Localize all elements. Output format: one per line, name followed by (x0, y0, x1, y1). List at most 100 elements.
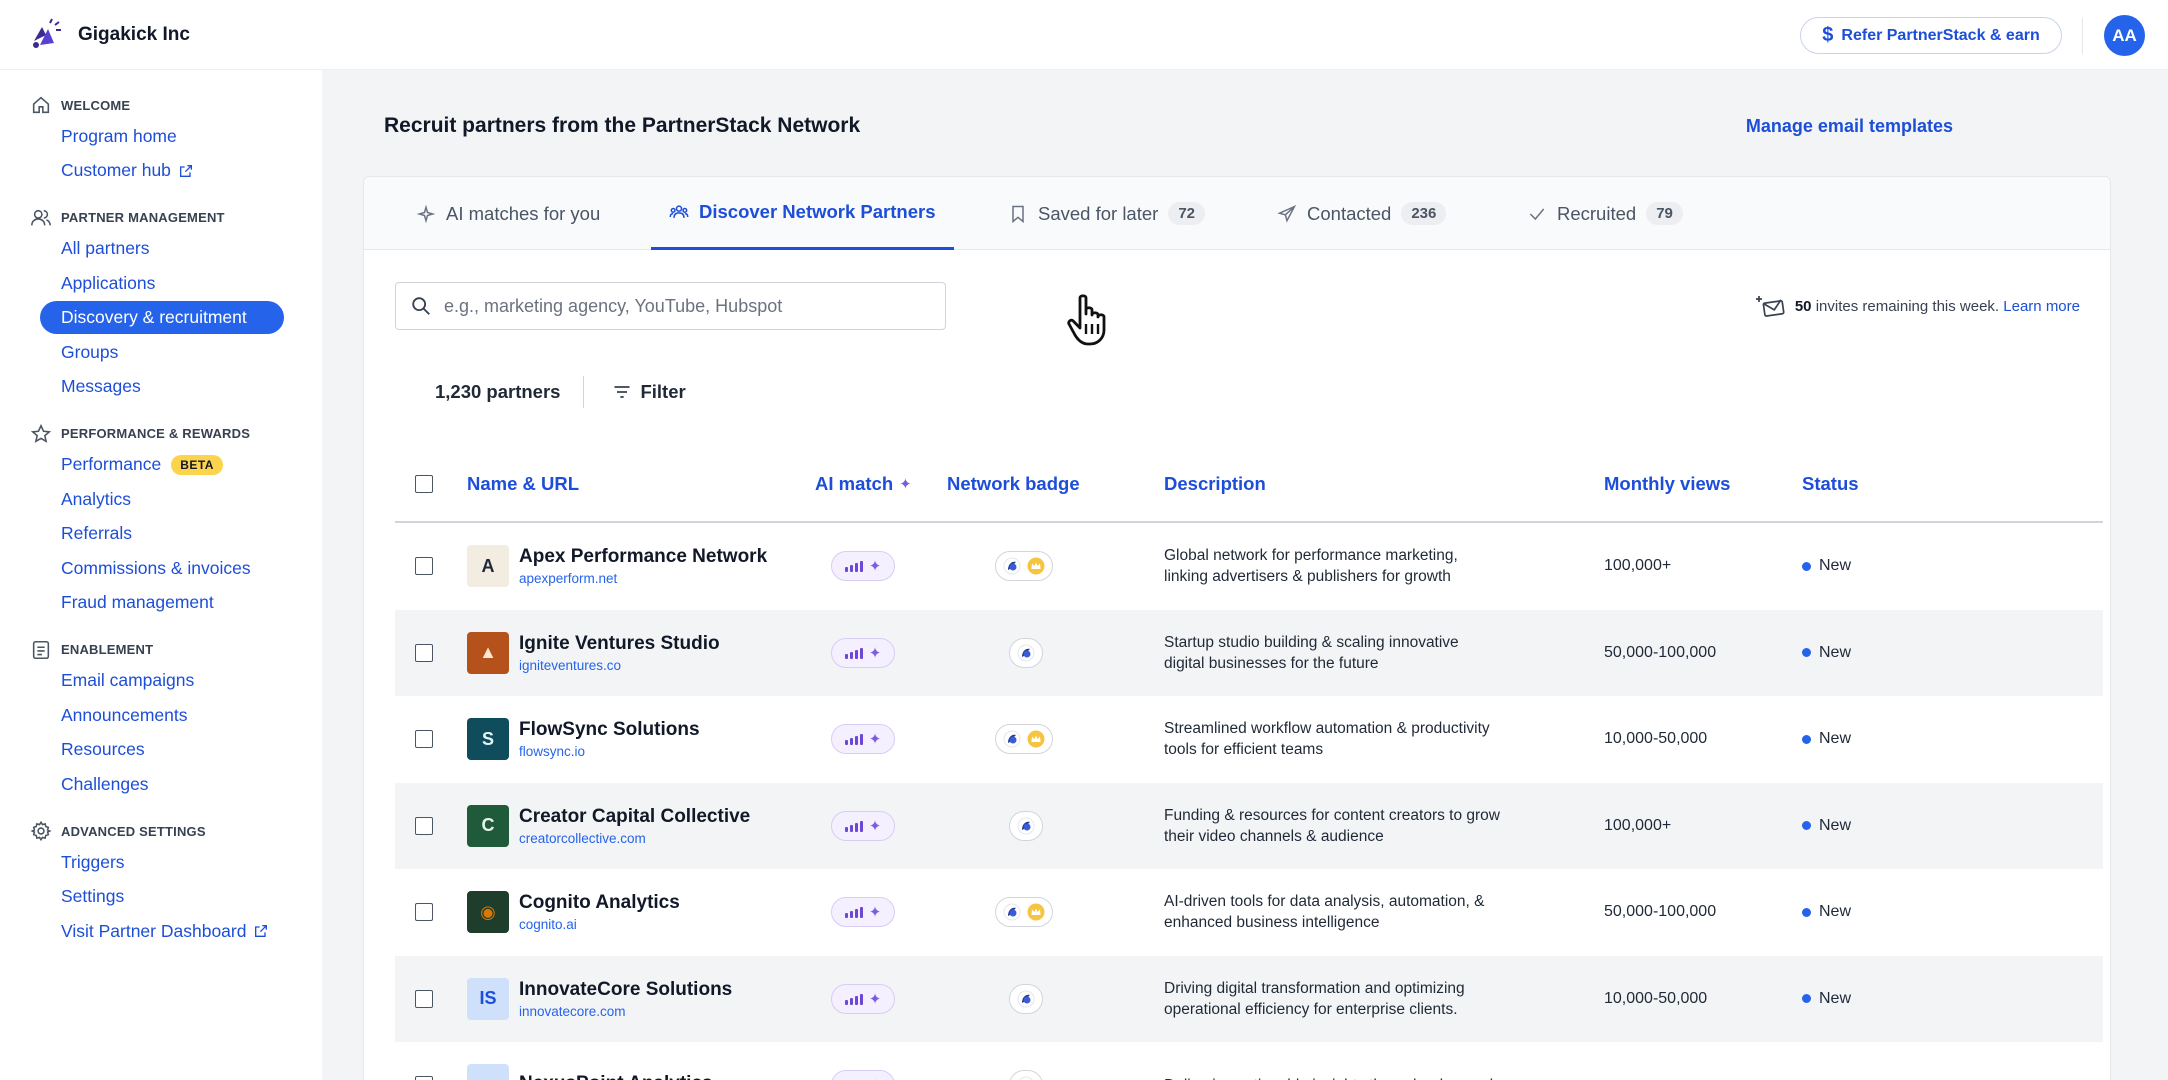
sparkle-icon: ✦ (868, 904, 882, 922)
tab-recruited[interactable]: Recruited 79 (1527, 177, 1683, 250)
partnerstack-badge-icon (1017, 817, 1035, 835)
signal-bars-icon (844, 733, 863, 746)
sidebar-item-all-partners[interactable]: All partners (40, 232, 284, 265)
table-row[interactable]: IS InnovateCore Solutions innovatecore.com… (395, 955, 2103, 1042)
row-checkbox[interactable] (415, 557, 433, 576)
envelope-sparkle-icon (1755, 296, 1785, 317)
column-name-url[interactable]: Name & URL (467, 447, 579, 521)
home-icon (32, 96, 50, 114)
section-partner-management: PARTNER MANAGEMENT (30, 205, 322, 231)
filter-button[interactable]: Filter (584, 381, 686, 403)
column-status[interactable]: Status (1802, 447, 1859, 521)
sidebar-item-settings[interactable]: Settings (40, 880, 284, 913)
network-badge[interactable] (1009, 1070, 1043, 1080)
row-checkbox[interactable] (415, 989, 433, 1008)
partner-url[interactable]: apexperform.net (519, 571, 767, 586)
network-badge[interactable] (995, 897, 1053, 928)
ai-match-indicator[interactable]: ✦ (831, 810, 895, 841)
network-badge[interactable] (1009, 637, 1043, 668)
partner-url[interactable]: innovatecore.com (519, 1004, 732, 1019)
table-row[interactable]: NexusPoint Analytics ✦ Delivering actionab… (395, 1042, 2103, 1080)
learn-more-link[interactable]: Learn more (2003, 298, 2080, 315)
ai-match-indicator[interactable]: ✦ (831, 1070, 895, 1080)
network-badge[interactable] (995, 551, 1053, 582)
search-input[interactable] (444, 295, 924, 317)
partner-name[interactable]: NexusPoint Analytics (519, 1073, 713, 1080)
select-all-checkbox[interactable] (415, 475, 433, 493)
partner-logo: IS (467, 977, 509, 1020)
partner-description: Funding & resources for content creators… (1164, 806, 1500, 845)
partner-name[interactable]: FlowSync Solutions (519, 719, 700, 741)
brand[interactable]: Gigakick Inc (28, 17, 190, 53)
ai-match-indicator[interactable]: ✦ (831, 724, 895, 755)
column-ai-match[interactable]: AI match ✦ (815, 447, 912, 521)
ai-match-indicator[interactable]: ✦ (831, 897, 895, 928)
send-icon (1277, 204, 1297, 223)
sidebar-item-visit-partner-dashboard[interactable]: Visit Partner Dashboard (40, 915, 284, 948)
row-checkbox[interactable] (415, 643, 433, 662)
sidebar-item-analytics[interactable]: Analytics (40, 483, 284, 516)
row-checkbox[interactable] (415, 903, 433, 922)
row-checkbox[interactable] (415, 1076, 433, 1080)
sidebar-item-discovery[interactable]: Discovery & recruitment (40, 301, 284, 334)
table-row[interactable]: A Apex Performance Network apexperform.net… (395, 523, 2103, 610)
row-checkbox[interactable] (415, 816, 433, 835)
network-badge[interactable] (995, 724, 1053, 755)
top-bar: Gigakick Inc $ Refer PartnerStack & earn… (0, 0, 2168, 70)
column-monthly-views[interactable]: Monthly views (1604, 447, 1730, 521)
refer-label: Refer PartnerStack & earn (1841, 26, 2040, 44)
tab-contacted[interactable]: Contacted 236 (1277, 177, 1447, 250)
network-badge[interactable] (1009, 810, 1043, 841)
search-box[interactable] (395, 282, 946, 330)
partner-url[interactable]: cognito.ai (519, 917, 680, 932)
sidebar-item-customer-hub[interactable]: Customer hub (40, 154, 284, 187)
manage-email-templates-link[interactable]: Manage email templates (1746, 116, 1953, 137)
ai-match-indicator[interactable]: ✦ (831, 983, 895, 1014)
partner-name[interactable]: Ignite Ventures Studio (519, 633, 720, 655)
partner-description: Streamlined workflow automation & produc… (1164, 720, 1490, 759)
sparkle-icon: ✦ (868, 558, 882, 576)
partnerstack-badge-icon (1003, 557, 1021, 575)
avatar[interactable]: AA (2104, 15, 2145, 56)
sidebar-item-challenges[interactable]: Challenges (40, 768, 284, 801)
partner-description: Startup studio building & scaling innova… (1164, 633, 1459, 672)
row-checkbox[interactable] (415, 730, 433, 749)
sidebar-item-resources[interactable]: Resources (40, 733, 284, 766)
partner-url[interactable]: igniteventures.co (519, 658, 720, 673)
crown-badge-icon (1027, 730, 1045, 748)
sparkle-icon (416, 204, 436, 223)
table-row[interactable]: C Creator Capital Collective creatorcollec… (395, 782, 2103, 869)
tab-discover-network-partners[interactable]: Discover Network Partners (651, 177, 954, 250)
sidebar-item-applications[interactable]: Applications (40, 267, 284, 300)
signal-bars-icon (844, 820, 863, 832)
sidebar-item-messages[interactable]: Messages (40, 370, 284, 403)
sidebar-item-fraud[interactable]: Fraud management (40, 586, 284, 619)
table-row[interactable]: ◉ Cognito Analytics cognito.ai ✦ AI-driven t… (395, 869, 2103, 956)
partner-logo (467, 1064, 509, 1080)
sidebar-item-referrals[interactable]: Referrals (40, 517, 284, 550)
tab-saved-for-later[interactable]: Saved for later 72 (1008, 177, 1206, 250)
ai-match-indicator[interactable]: ✦ (831, 637, 895, 668)
partner-name[interactable]: Creator Capital Collective (519, 806, 750, 828)
sidebar-item-triggers[interactable]: Triggers (40, 846, 284, 879)
column-network-badge[interactable]: Network badge (947, 447, 1080, 521)
refer-button[interactable]: $ Refer PartnerStack & earn (1800, 17, 2062, 54)
partner-name[interactable]: Cognito Analytics (519, 892, 680, 914)
sidebar-item-email-campaigns[interactable]: Email campaigns (40, 664, 284, 697)
sidebar-item-performance[interactable]: Performance BETA (40, 448, 284, 481)
table-row[interactable]: ▲ Ignite Ventures Studio igniteventures.co… (395, 609, 2103, 696)
ai-match-indicator[interactable]: ✦ (831, 551, 895, 582)
sidebar-item-commissions[interactable]: Commissions & invoices (40, 552, 284, 585)
sidebar-item-groups[interactable]: Groups (40, 336, 284, 369)
partner-url[interactable]: creatorcollective.com (519, 831, 750, 846)
sidebar-item-program-home[interactable]: Program home (40, 120, 284, 153)
external-link-icon (179, 164, 192, 177)
partner-url[interactable]: flowsync.io (519, 744, 700, 759)
column-description[interactable]: Description (1164, 447, 1266, 521)
partner-name[interactable]: InnovateCore Solutions (519, 979, 732, 1001)
partner-name[interactable]: Apex Performance Network (519, 546, 767, 568)
network-badge[interactable] (1009, 983, 1043, 1014)
sidebar-item-announcements[interactable]: Announcements (40, 699, 284, 732)
tab-ai-matches[interactable]: AI matches for you (416, 177, 600, 250)
table-row[interactable]: S FlowSync Solutions flowsync.io ✦ Streamlin… (395, 696, 2103, 783)
